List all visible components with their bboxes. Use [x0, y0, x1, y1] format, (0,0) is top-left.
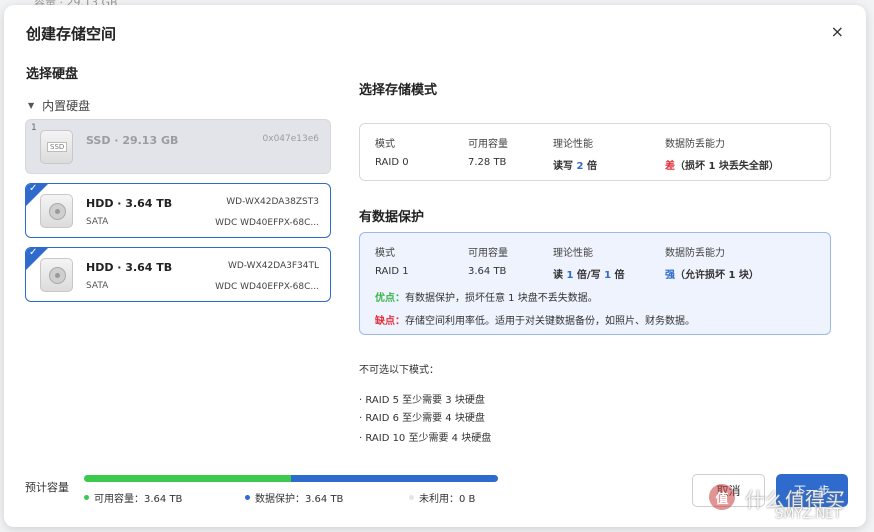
raid1-performance: 读 1 倍/写 1 倍 [553, 270, 625, 281]
green-dot-icon [84, 495, 89, 500]
disk-card-ssd: 1 SSD SSD · 29.13 GB 0x047e13e6 [25, 119, 331, 174]
hdd-icon [40, 258, 73, 292]
create-storage-dialog: 创建存储空间 × 选择硬盘 ▼ 内置硬盘 1 SSD SSD · 29.13 G… [4, 5, 866, 527]
ssd-icon: SSD [40, 130, 73, 164]
unavailable-raid6: · RAID 6 至少需要 4 块硬盘 [359, 413, 485, 424]
watermark-site: SMYZ.NET [775, 507, 842, 522]
estimate-label: 预计容量 [25, 481, 69, 494]
header-mode: 模式 [375, 139, 395, 150]
check-icon: ✓ [29, 183, 38, 194]
disk-model: WDC WD40EFPX-68C... [215, 282, 319, 292]
group-label: 内置硬盘 [42, 99, 91, 113]
legend-unused: 未利用：0 B [409, 490, 475, 505]
disk-name: HDD · 3.64 TB [86, 261, 173, 274]
blue-dot-icon [245, 495, 250, 500]
capacity-bar [84, 475, 498, 482]
disk-interface: SATA [86, 217, 109, 227]
disk-model: WDC WD40EFPX-68C... [215, 218, 319, 228]
raid0-option[interactable]: 模式 可用容量 理论性能 数据防丢能力 RAID 0 7.28 TB 读写 2 … [359, 123, 831, 181]
disk-card-hdd-1[interactable]: ✓ HDD · 3.64 TB SATA WD-WX42DA38ZST3 WDC… [25, 183, 331, 238]
disk-index: 1 [31, 123, 37, 133]
raid0-performance: 读写 2 倍 [553, 161, 597, 172]
raid1-mode: RAID 1 [375, 266, 409, 277]
header-mode: 模式 [375, 248, 395, 259]
hdd-icon [40, 194, 73, 228]
gray-dot-icon [409, 495, 414, 500]
raid0-protection: 差（损坏 1 块丢失全部） [665, 161, 779, 172]
raid1-capacity: 3.64 TB [468, 266, 507, 277]
disk-serial: WD-WX42DA3F34TL [227, 261, 319, 271]
unavailable-title: 不可选以下模式： [359, 365, 439, 376]
disk-name: SSD · 29.13 GB [86, 134, 179, 147]
storage-mode-title: 选择存储模式 [359, 83, 438, 98]
header-performance: 理论性能 [553, 139, 593, 150]
legend-usable: 可用容量：3.64 TB [84, 490, 182, 505]
capacity-bar-usable [84, 475, 291, 482]
header-performance: 理论性能 [553, 248, 593, 259]
raid0-mode: RAID 0 [375, 157, 409, 168]
caret-down-icon: ▼ [28, 101, 35, 110]
raid1-cons: 缺点：存储空间利用率低。适用于对关键数据备份，如照片、财务数据。 [375, 316, 695, 327]
check-icon: ✓ [29, 247, 38, 258]
raid1-protection: 强（允许损坏 1 块） [665, 270, 759, 281]
builtin-disk-group[interactable]: ▼ 内置硬盘 [28, 97, 90, 114]
disk-serial: 0x047e13e6 [262, 134, 319, 144]
unavailable-raid10: · RAID 10 至少需要 4 块硬盘 [359, 433, 492, 444]
watermark-logo: 值 [709, 484, 735, 510]
unavailable-raid5: · RAID 5 至少需要 3 块硬盘 [359, 395, 485, 406]
close-icon[interactable]: × [831, 24, 844, 40]
disk-serial: WD-WX42DA38ZST3 [226, 197, 319, 207]
header-protection: 数据防丢能力 [665, 139, 725, 150]
watermark: 值 什么值得买 SMYZ.NET [705, 478, 870, 532]
legend-protection: 数据保护：3.64 TB [245, 490, 343, 505]
select-disk-title: 选择硬盘 [26, 67, 79, 82]
header-capacity: 可用容量 [468, 248, 508, 259]
dialog-title: 创建存储空间 [26, 25, 117, 43]
header-capacity: 可用容量 [468, 139, 508, 150]
disk-interface: SATA [86, 281, 109, 291]
ssd-icon-label: SSD [47, 142, 68, 152]
header-protection: 数据防丢能力 [665, 248, 725, 259]
protected-modes-title: 有数据保护 [359, 210, 425, 225]
raid0-capacity: 7.28 TB [468, 157, 507, 168]
raid1-option[interactable]: 模式 可用容量 理论性能 数据防丢能力 RAID 1 3.64 TB 读 1 倍… [359, 232, 831, 335]
disk-card-hdd-2[interactable]: ✓ HDD · 3.64 TB SATA WD-WX42DA3F34TL WDC… [25, 247, 331, 302]
raid1-pros: 优点：有数据保护，损坏任意 1 块盘不丢失数据。 [375, 293, 598, 304]
disk-name: HDD · 3.64 TB [86, 197, 173, 210]
capacity-bar-protection [291, 475, 498, 482]
